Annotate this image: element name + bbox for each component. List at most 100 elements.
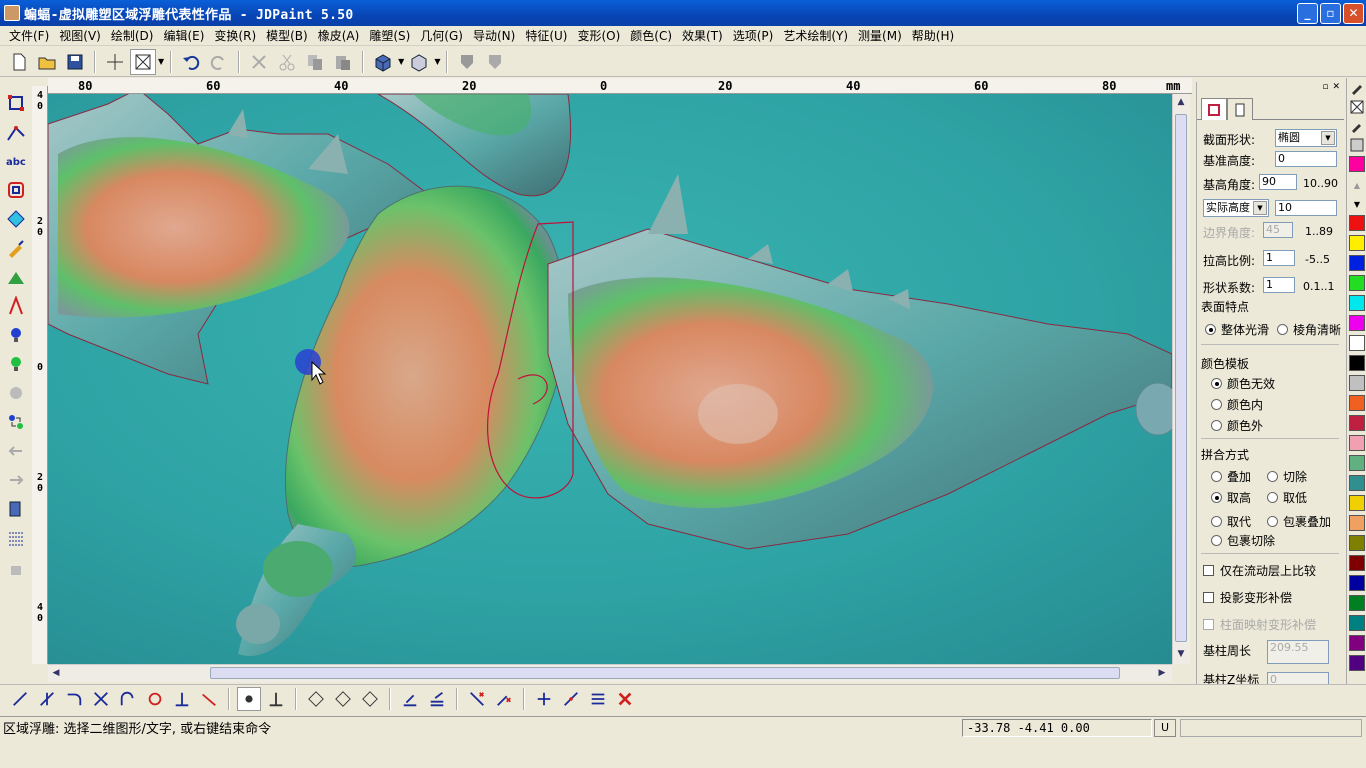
snap-center-button[interactable] [143, 687, 167, 711]
section-shape-select[interactable]: 椭圆 ▼ [1275, 129, 1337, 147]
transfer-tool[interactable] [3, 409, 29, 435]
tab-properties[interactable] [1227, 98, 1253, 120]
panel-close-icon[interactable]: ✕ [1332, 82, 1340, 94]
horizontal-scroll-thumb[interactable] [210, 667, 1120, 679]
menu-help[interactable]: 帮助(H) [907, 27, 959, 44]
color-swatch[interactable] [1349, 615, 1365, 631]
view-wire-button[interactable] [406, 49, 432, 75]
hatch-tool[interactable] [3, 525, 29, 551]
node-list-button[interactable] [586, 687, 610, 711]
base-height-input[interactable]: 0 [1275, 151, 1337, 167]
cylinder-map-checkbox[interactable]: 柱面映射变形补偿 [1203, 616, 1316, 633]
select-points-tool[interactable] [3, 90, 29, 116]
palette-scroll-down[interactable]: ▼ [1348, 195, 1366, 213]
menu-sculpt[interactable]: 雕塑(S) [364, 27, 415, 44]
save-button[interactable] [62, 49, 88, 75]
hand-tool[interactable] [3, 554, 29, 580]
cyl-z-input[interactable]: 0 [1267, 672, 1329, 684]
horizontal-scrollbar[interactable]: ◀ ▶ [48, 664, 1172, 682]
color-swatch[interactable] [1349, 375, 1365, 391]
crosshair-button[interactable] [102, 49, 128, 75]
edit-nodes-tool[interactable] [3, 119, 29, 145]
shield2-button[interactable] [482, 49, 508, 75]
height-ratio-input[interactable]: 1 [1263, 250, 1295, 266]
dropdown-arrow-icon[interactable]: ▼ [434, 57, 440, 66]
sharp-tool[interactable] [3, 293, 29, 319]
scroll-down-icon[interactable]: ▼ [1173, 646, 1189, 662]
snap-intersect-button[interactable] [89, 687, 113, 711]
align-bottom-button[interactable] [398, 687, 422, 711]
scroll-left-icon[interactable]: ◀ [48, 665, 64, 681]
projection-comp-checkbox[interactable]: 投影变形补偿 [1203, 589, 1292, 606]
palette-scroll-up[interactable]: ▲ [1348, 176, 1366, 194]
color-swatch[interactable] [1349, 515, 1365, 531]
menu-geometry[interactable]: 几何(G) [415, 27, 468, 44]
diamond-c-button[interactable] [358, 687, 382, 711]
cancel-command-button[interactable] [613, 687, 637, 711]
copy-button[interactable] [302, 49, 328, 75]
color-swatch[interactable] [1349, 455, 1365, 471]
color-swatch[interactable] [1349, 395, 1365, 411]
redo-button[interactable] [206, 49, 232, 75]
color-swatch[interactable] [1349, 435, 1365, 451]
text-tool[interactable]: abc [3, 148, 29, 174]
menu-draw[interactable]: 绘制(D) [106, 27, 159, 44]
height-mode-select[interactable]: 实际高度 ▼ [1203, 199, 1269, 217]
maximize-button[interactable]: ▫ [1320, 3, 1341, 24]
node-add-button[interactable] [532, 687, 556, 711]
delete-button[interactable] [246, 49, 272, 75]
layers-tool[interactable] [3, 496, 29, 522]
menu-transform[interactable]: 变换(R) [209, 27, 261, 44]
snap-arc-button[interactable] [62, 687, 86, 711]
select-window-button[interactable] [130, 48, 156, 75]
color-swatch[interactable] [1349, 335, 1365, 351]
dropdown-arrow-icon[interactable]: ▼ [398, 57, 404, 66]
color-swatch[interactable] [1349, 275, 1365, 291]
new-file-button[interactable] [6, 49, 32, 75]
cyl-perimeter-input[interactable]: 209.55 [1267, 640, 1329, 664]
color-outer-radio[interactable]: 颜色外 [1211, 417, 1263, 434]
sculpt-brush-tool[interactable] [3, 235, 29, 261]
no-color-tool[interactable] [1348, 98, 1366, 116]
menu-color[interactable]: 颜色(C) [625, 27, 677, 44]
trim-button[interactable] [465, 687, 489, 711]
vertical-scrollbar[interactable]: ▲ ▼ [1172, 94, 1190, 664]
merge-replace-radio[interactable]: 取代 [1211, 513, 1251, 530]
menu-edit[interactable]: 编辑(E) [158, 27, 209, 44]
scroll-up-icon[interactable]: ▲ [1173, 94, 1189, 110]
menu-measure[interactable]: 测量(M) [853, 27, 907, 44]
light-bulb-tool[interactable] [3, 322, 29, 348]
shape-coef-input[interactable]: 1 [1263, 277, 1295, 293]
actual-height-input[interactable]: 10 [1275, 200, 1337, 216]
drawing-canvas[interactable] [48, 94, 1172, 664]
color-swatch[interactable] [1349, 355, 1365, 371]
color-inner-radio[interactable]: 颜色内 [1211, 396, 1263, 413]
color-swatch[interactable] [1349, 655, 1365, 671]
cut-button[interactable] [274, 49, 300, 75]
menu-eraser[interactable]: 橡皮(A) [313, 27, 365, 44]
menu-feature[interactable]: 特征(U) [520, 27, 572, 44]
merge-cut-radio[interactable]: 切除 [1267, 468, 1307, 485]
menu-effect[interactable]: 效果(T) [677, 27, 728, 44]
surface-smooth-radio[interactable]: 整体光滑 [1205, 321, 1269, 338]
shield-button[interactable] [454, 49, 480, 75]
menu-file[interactable]: 文件(F) [4, 27, 54, 44]
merge-wrap-cut-radio[interactable]: 包裹切除 [1211, 532, 1275, 549]
relief-tool[interactable] [3, 264, 29, 290]
menu-deform[interactable]: 变形(O) [572, 27, 625, 44]
eyedropper-tool[interactable] [1348, 117, 1366, 135]
color-swatch[interactable] [1349, 555, 1365, 571]
panel-restore-icon[interactable]: ▫ [1322, 82, 1328, 94]
color-swatch[interactable] [1349, 575, 1365, 591]
dropdown-arrow-icon[interactable]: ▼ [158, 57, 164, 66]
minimize-button[interactable]: _ [1297, 3, 1318, 24]
merge-high-radio[interactable]: 取高 [1211, 489, 1251, 506]
snap-tangent-button[interactable] [116, 687, 140, 711]
snap-line-button[interactable] [8, 687, 32, 711]
color-swatch[interactable] [1349, 595, 1365, 611]
snap-grid-button[interactable] [237, 686, 261, 711]
color-swatch[interactable] [1349, 156, 1365, 172]
axis-button[interactable] [264, 687, 288, 711]
light-green-tool[interactable] [3, 351, 29, 377]
edge-angle-input[interactable]: 45 [1263, 222, 1293, 238]
